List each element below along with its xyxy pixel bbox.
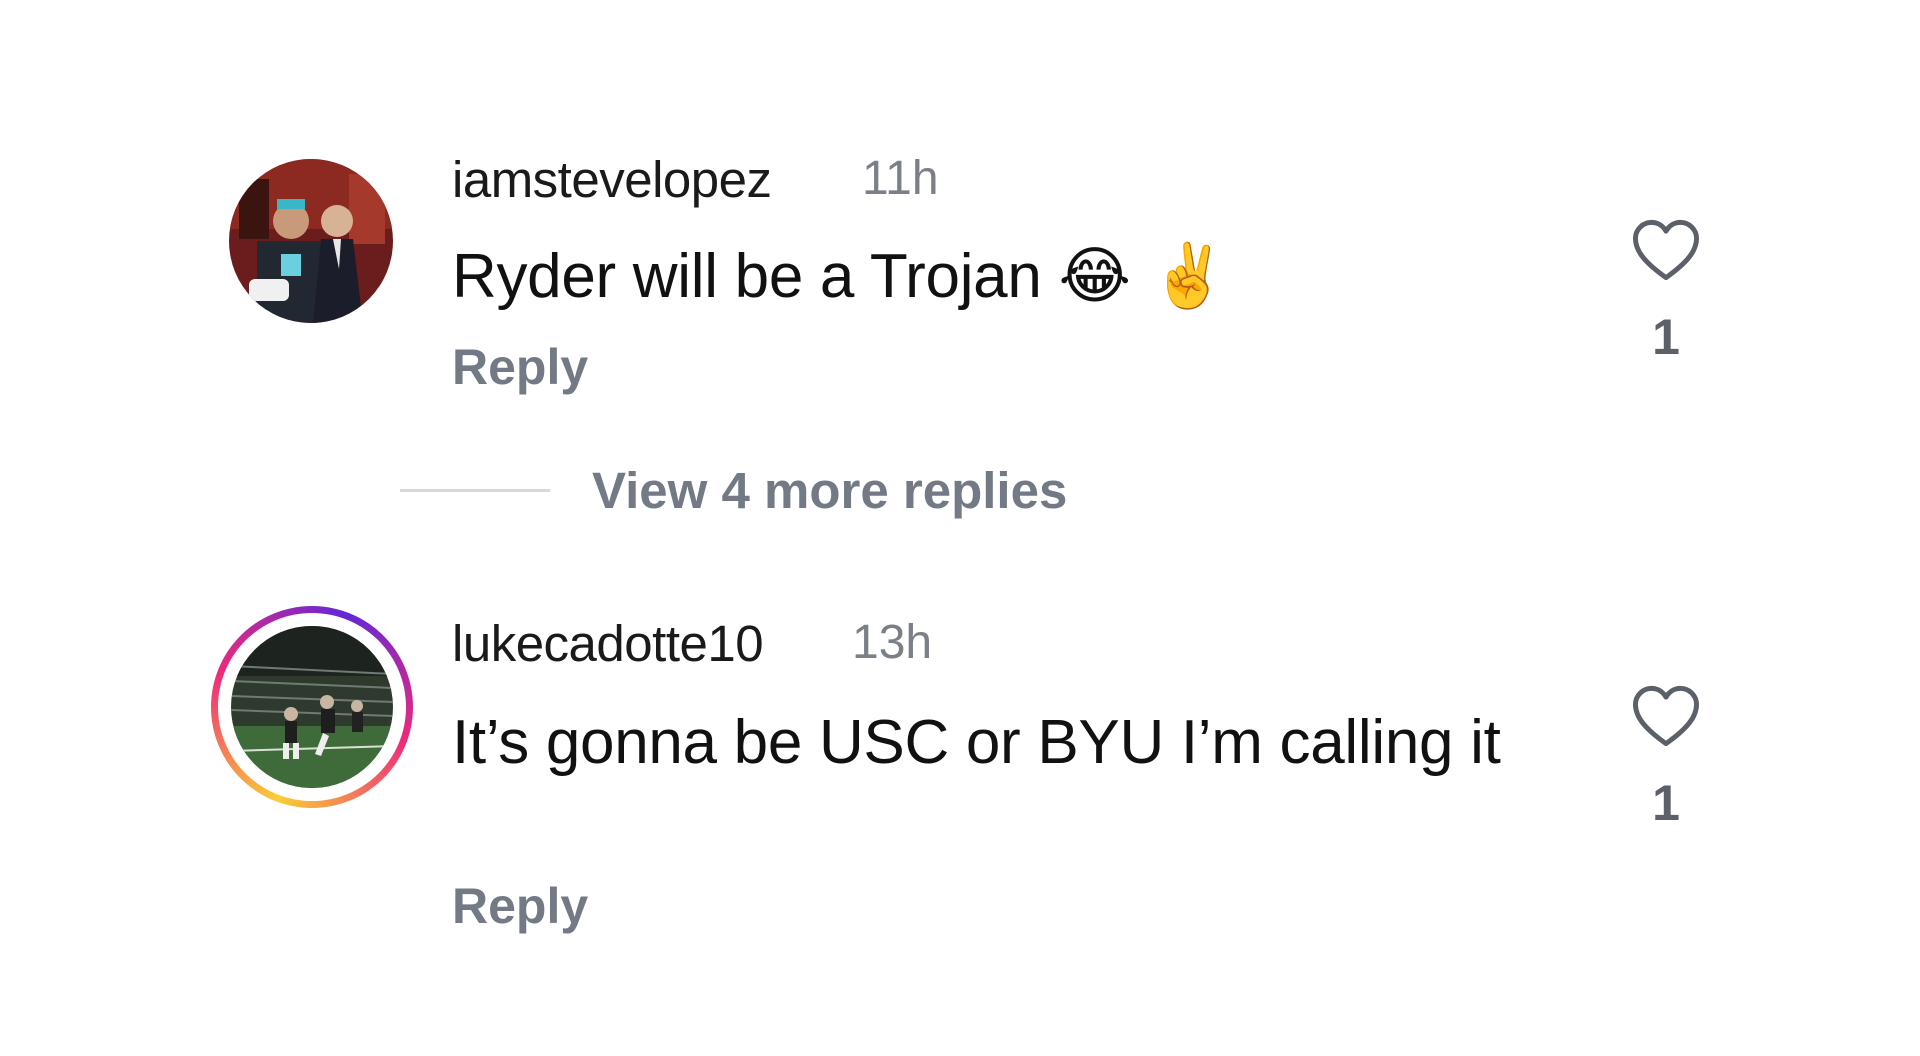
comment-text: It’s gonna be USC or BYU I’m calling it: [452, 708, 1501, 777]
comment-username[interactable]: lukecadotte10: [452, 614, 764, 673]
comment-text-body: Ryder will be a Trojan: [452, 242, 1042, 311]
comment-timestamp: 13h: [852, 616, 933, 669]
story-ring[interactable]: [211, 606, 413, 808]
divider-line: [400, 488, 550, 492]
avatar: [231, 626, 393, 788]
reply-button[interactable]: Reply: [452, 877, 588, 935]
like-count: 1: [1652, 775, 1680, 831]
heart-outline-icon[interactable]: [1630, 218, 1702, 282]
avatar-photo-icon: [229, 159, 393, 323]
like-control: 1: [1626, 684, 1706, 832]
comment-username[interactable]: iamstevelopez: [452, 150, 772, 209]
view-more-replies-button[interactable]: View 4 more replies: [592, 461, 1067, 520]
comment-emojis: 😂 ✌️: [1058, 239, 1227, 312]
comment-timestamp: 11h: [862, 152, 939, 205]
avatar-photo-icon: [231, 626, 393, 788]
reply-button[interactable]: Reply: [452, 338, 588, 396]
like-control: 1: [1626, 218, 1706, 366]
comments-panel: iamstevelopez 11h Ryder will be a Trojan…: [0, 0, 1920, 1056]
avatar[interactable]: [229, 159, 393, 323]
view-more-replies[interactable]: View 4 more replies: [400, 460, 1067, 520]
comment-text: Ryder will be a Trojan 😂 ✌️: [452, 238, 1452, 315]
like-count: 1: [1652, 309, 1680, 365]
heart-outline-icon[interactable]: [1630, 684, 1702, 748]
